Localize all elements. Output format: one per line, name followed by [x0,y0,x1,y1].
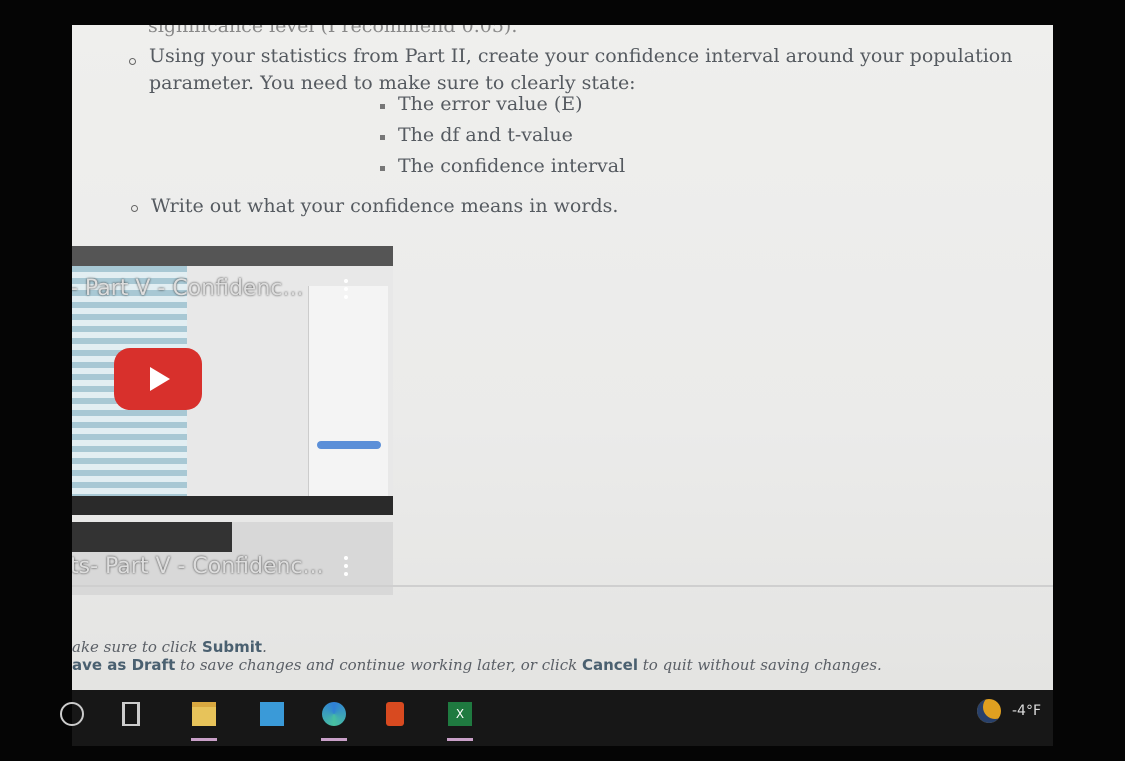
video-embed-1[interactable]: - Part V - Confidenc... [72,246,393,515]
bullet-icon [131,205,138,212]
play-button[interactable] [114,348,202,410]
instruction-line: Write out what your confidence means in … [151,195,619,217]
weather-temperature[interactable]: -4°F [1012,703,1041,719]
edge-icon[interactable] [322,702,346,726]
sub-item: The confidence interval [398,155,626,177]
screen: significance level (I recommend 0.05). U… [72,25,1053,690]
divider [72,585,1053,587]
file-explorer-icon[interactable] [192,702,216,726]
taskbar: X -4°F [60,690,1053,746]
office-icon[interactable] [386,702,404,726]
instruction-line: parameter. You need to make sure to clea… [149,72,636,94]
square-bullet-icon [380,135,385,140]
video-title: ts- Part V - Confidenc... [72,554,324,579]
bullet-icon [129,58,136,65]
weather-icon[interactable] [977,699,1001,723]
square-bullet-icon [380,104,385,109]
task-view-icon[interactable] [122,702,140,726]
video-title: - Part V - Confidenc... [72,276,304,301]
instruction-line: Using your statistics from Part II, crea… [149,45,1013,67]
mail-icon[interactable] [260,702,284,726]
footer-line-1: ake sure to click Submit. [72,638,267,656]
excel-icon[interactable]: X [448,702,472,726]
sub-item: The error value (E) [398,93,583,115]
sub-item: The df and t-value [398,124,573,146]
side-panel-thumbnail [308,286,388,496]
more-options-icon[interactable] [344,279,348,299]
video-taskbar-thumbnail [72,496,393,515]
partial-text: significance level (I recommend 0.05). [148,25,518,37]
more-options-icon[interactable] [344,556,348,576]
play-icon [150,367,170,391]
search-icon[interactable] [60,702,84,726]
square-bullet-icon [380,166,385,171]
footer-line-2: ave as Draft to save changes and continu… [72,656,882,674]
